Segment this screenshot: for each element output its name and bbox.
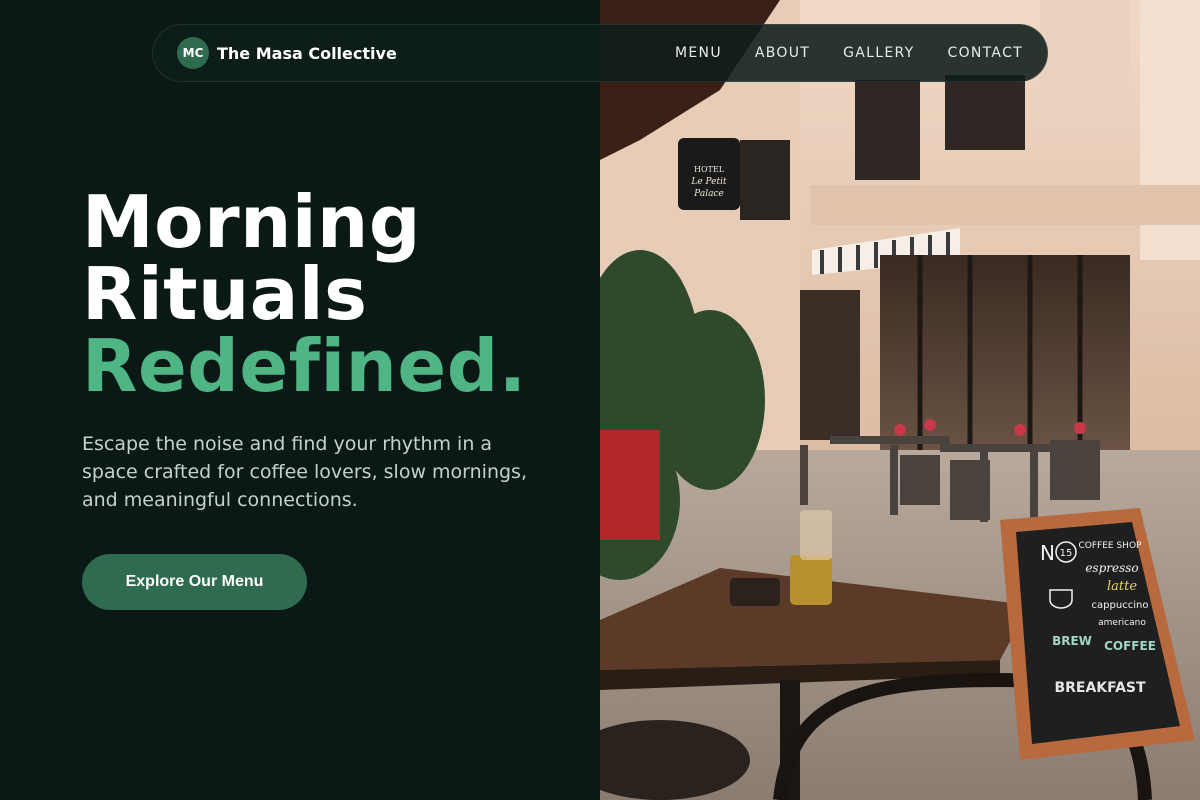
hero-title: Morning Rituals Redefined.: [82, 186, 527, 402]
nav-link-about[interactable]: ABOUT: [755, 45, 810, 61]
nav-link-contact[interactable]: CONTACT: [948, 45, 1024, 61]
top-navbar: MC The Masa Collective MENU ABOUT GALLER…: [152, 24, 1048, 82]
svg-text:espresso: espresso: [1085, 561, 1138, 575]
nav-link-gallery[interactable]: GALLERY: [843, 45, 914, 61]
svg-text:N: N: [1040, 541, 1055, 565]
svg-text:cappuccino: cappuccino: [1092, 600, 1149, 611]
svg-text:americano: americano: [1098, 618, 1146, 628]
hero-title-line-2: Rituals: [82, 252, 368, 336]
svg-text:Palace: Palace: [693, 189, 724, 199]
hero-title-line-1: Morning: [82, 180, 421, 264]
hero-cafe-photo: HOTEL Le Petit Palace N 15 COFFEE SHOP e…: [600, 0, 1200, 800]
svg-text:latte: latte: [1107, 579, 1137, 594]
svg-text:Le Petit: Le Petit: [690, 177, 727, 187]
svg-text:BREW: BREW: [1052, 634, 1092, 648]
nav-links: MENU ABOUT GALLERY CONTACT: [675, 45, 1023, 61]
svg-text:BREAKFAST: BREAKFAST: [1054, 680, 1146, 696]
brand[interactable]: MC The Masa Collective: [177, 37, 397, 69]
svg-text:COFFEE SHOP: COFFEE SHOP: [1079, 541, 1143, 551]
brand-name: The Masa Collective: [217, 43, 397, 63]
svg-text:15: 15: [1060, 548, 1073, 559]
logo-badge: MC: [177, 37, 209, 69]
cafe-street-illustration: HOTEL Le Petit Palace N 15 COFFEE SHOP e…: [600, 0, 1200, 800]
nav-link-menu[interactable]: MENU: [675, 45, 722, 61]
svg-text:COFFEE: COFFEE: [1104, 639, 1156, 653]
svg-text:HOTEL: HOTEL: [694, 165, 725, 174]
explore-menu-button[interactable]: Explore Our Menu: [82, 554, 307, 610]
hero-subtitle: Escape the noise and find your rhythm in…: [82, 433, 527, 511]
hero-title-accent: Redefined.: [82, 324, 527, 408]
